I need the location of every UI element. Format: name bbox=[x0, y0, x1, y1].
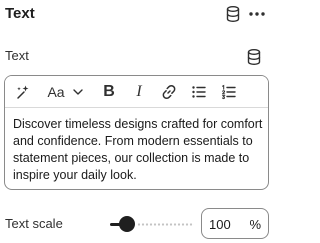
slider-track-remaining bbox=[136, 223, 194, 226]
numbered-list-icon[interactable] bbox=[219, 81, 239, 103]
text-scale-label: Text scale bbox=[5, 216, 63, 231]
text-field-label: Text bbox=[5, 48, 29, 63]
magic-sparkle-icon[interactable] bbox=[13, 81, 33, 103]
bullet-list-icon[interactable] bbox=[189, 81, 209, 103]
text-scale-unit: % bbox=[249, 217, 261, 232]
text-scale-input[interactable]: 100 % bbox=[201, 208, 269, 239]
more-icon[interactable] bbox=[247, 5, 267, 23]
rich-text-editor[interactable]: Aa B I Discover timeless designs crafted… bbox=[4, 75, 269, 190]
slider-thumb[interactable] bbox=[118, 216, 135, 232]
panel-title: Text bbox=[5, 5, 35, 22]
link-icon[interactable] bbox=[159, 81, 179, 103]
font-style-icon[interactable]: Aa bbox=[45, 81, 67, 103]
database-icon[interactable] bbox=[246, 48, 262, 66]
text-scale-value[interactable]: 100 bbox=[209, 217, 231, 232]
bold-icon[interactable]: B bbox=[100, 81, 118, 103]
panel-header: Text bbox=[5, 3, 270, 25]
editor-content[interactable]: Discover timeless designs crafted for co… bbox=[13, 116, 265, 184]
database-icon[interactable] bbox=[225, 5, 241, 23]
chevron-down-icon[interactable] bbox=[71, 81, 85, 103]
text-scale-slider[interactable] bbox=[108, 214, 196, 234]
editor-toolbar: Aa B I bbox=[5, 76, 268, 108]
italic-icon[interactable]: I bbox=[130, 81, 148, 103]
